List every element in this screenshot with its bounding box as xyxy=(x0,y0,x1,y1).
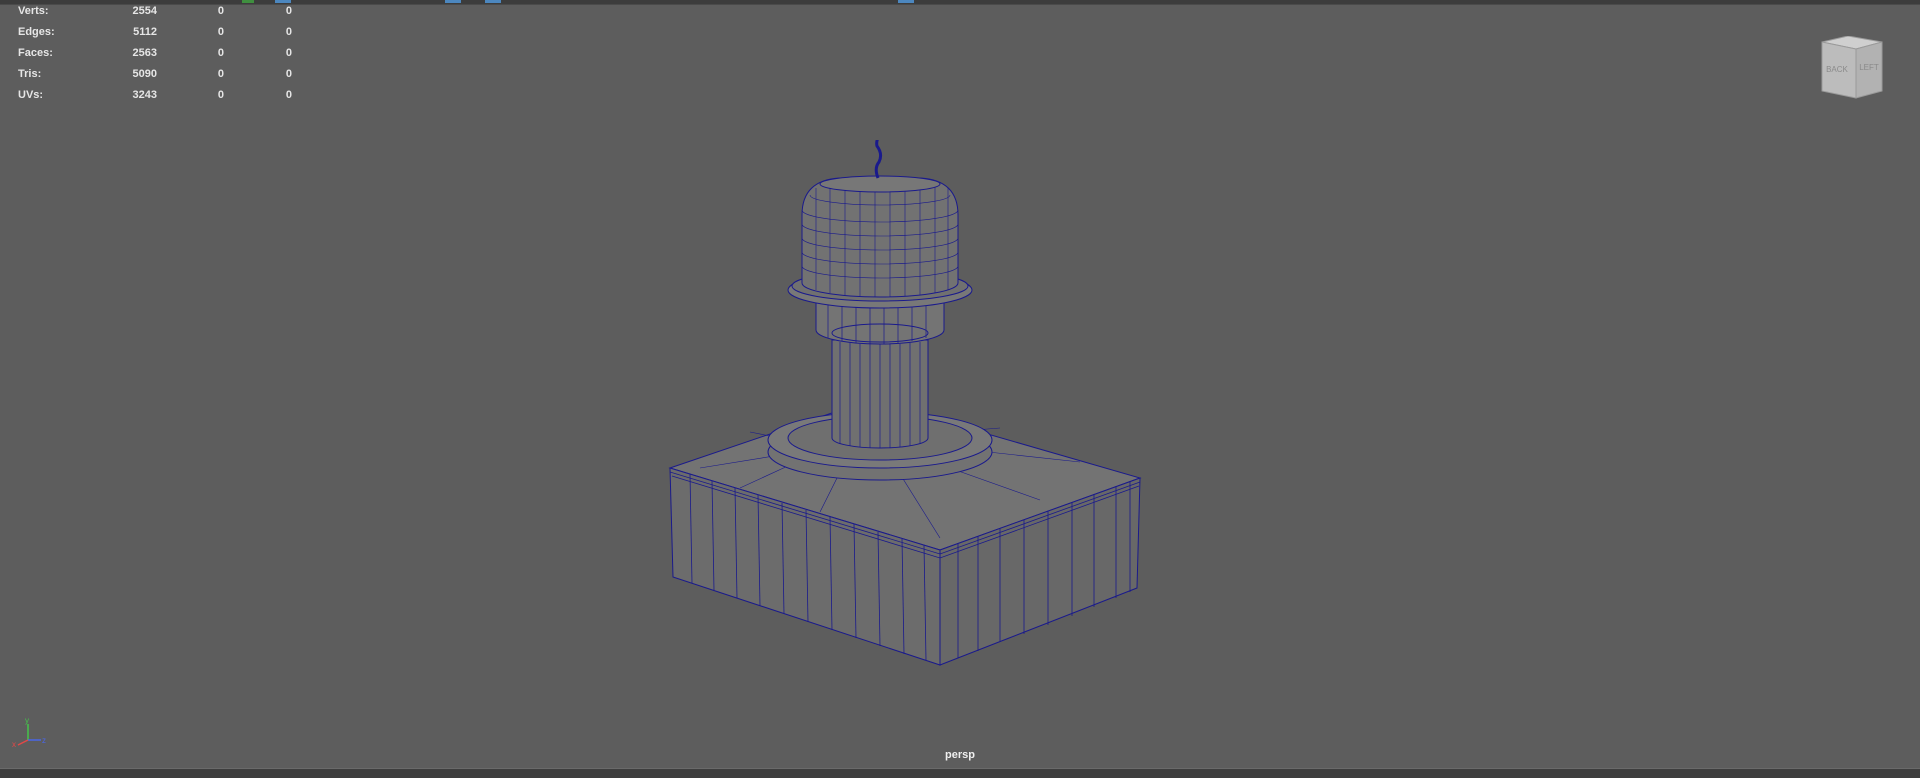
hud-row-uvs: UVs: 3243 0 0 xyxy=(18,89,298,110)
hud-value: 2563 xyxy=(132,47,157,59)
hud-label: UVs: xyxy=(18,89,44,101)
hud-value: 5090 xyxy=(132,68,157,80)
perspective-viewport[interactable]: Verts: 2554 0 0 Edges: 5112 0 0 Faces: 2… xyxy=(0,0,1920,778)
hud-label: Edges: xyxy=(18,26,55,38)
view-cube-left-label: LEFT xyxy=(1859,63,1879,72)
hud-value: 0 xyxy=(285,68,292,80)
toolbar-icon-blue[interactable] xyxy=(485,0,501,3)
hud-value: 0 xyxy=(217,68,224,80)
camera-name-label: persp xyxy=(945,749,975,761)
toolbar-icon-blue[interactable] xyxy=(275,0,291,3)
axis-x-label: x xyxy=(12,740,16,748)
toolbar-icon-blue[interactable] xyxy=(898,0,914,3)
hud-label: Verts: xyxy=(18,5,49,17)
axis-x-line xyxy=(17,739,29,746)
view-cube[interactable]: BACK LEFT xyxy=(1812,36,1888,102)
hud-value: 5112 xyxy=(133,26,157,38)
hud-value: 0 xyxy=(285,26,292,38)
hud-value: 0 xyxy=(285,5,292,17)
hud-value: 0 xyxy=(217,47,224,59)
hud-value: 3243 xyxy=(132,89,157,101)
hud-value: 0 xyxy=(285,47,292,59)
hud-value: 0 xyxy=(217,26,224,38)
toolbar-icon-blue[interactable] xyxy=(445,0,461,3)
wick[interactable] xyxy=(874,140,883,179)
poly-count-hud: Verts: 2554 0 0 Edges: 5112 0 0 Faces: 2… xyxy=(18,5,298,110)
hud-value: 0 xyxy=(217,89,224,101)
hud-label: Tris: xyxy=(18,68,42,80)
toolbar-icon-green[interactable] xyxy=(242,0,254,3)
axis-gizmo: y z x xyxy=(12,716,46,748)
hud-value: 2554 xyxy=(132,5,157,17)
hud-label: Faces: xyxy=(18,47,53,59)
hud-row-verts: Verts: 2554 0 0 xyxy=(18,5,298,26)
hud-value: 0 xyxy=(217,5,224,17)
dome[interactable] xyxy=(801,177,959,298)
axis-y-label: y xyxy=(25,716,29,725)
axis-z-label: z xyxy=(42,736,46,745)
view-cube-back-label: BACK xyxy=(1826,65,1848,74)
hud-row-faces: Faces: 2563 0 0 xyxy=(18,47,298,68)
hud-row-edges: Edges: 5112 0 0 xyxy=(18,26,298,47)
wireframe-model[interactable] xyxy=(640,140,1160,680)
hud-row-tris: Tris: 5090 0 0 xyxy=(18,68,298,89)
hud-value: 0 xyxy=(285,89,292,101)
